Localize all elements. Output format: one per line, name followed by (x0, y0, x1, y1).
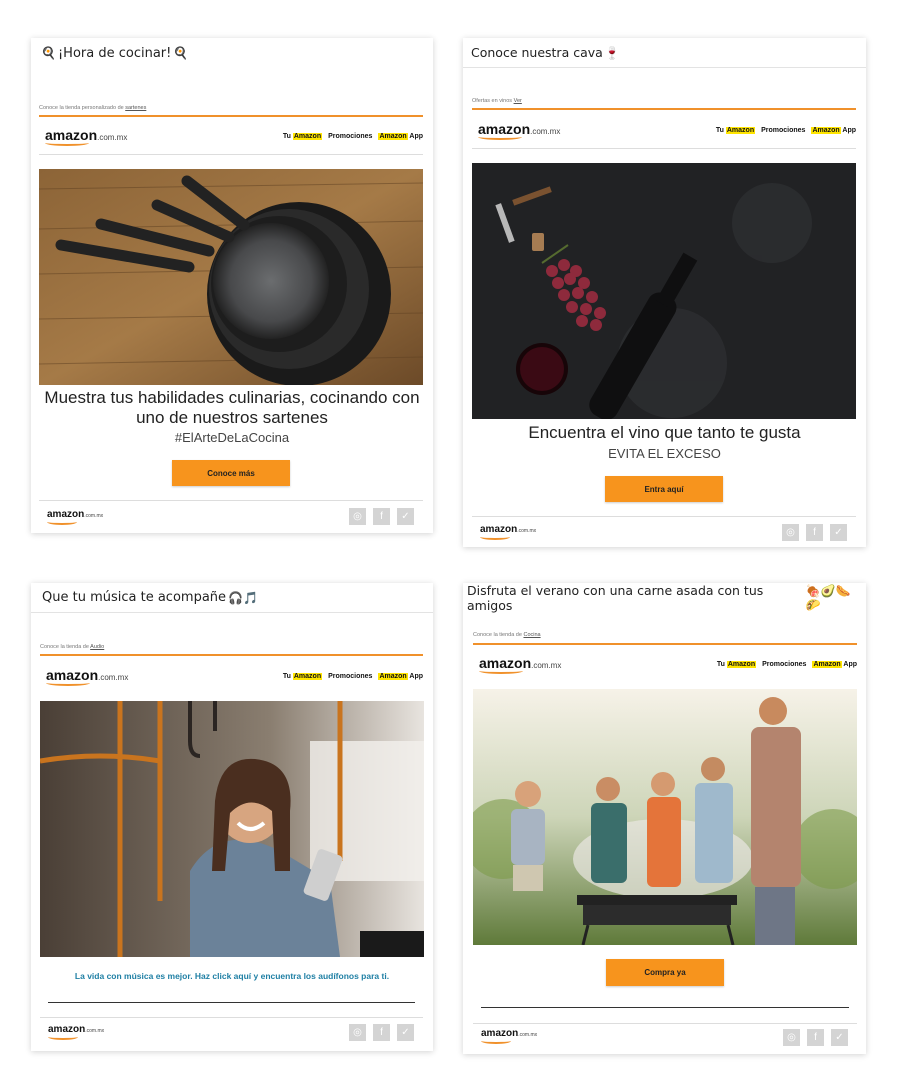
frying-pan-emoji-icon: 🍳 (41, 46, 56, 60)
headline: Muestra tus habilidades culinarias, coci… (44, 388, 420, 427)
woman-music-photo[interactable] (40, 701, 424, 957)
frying-pan-emoji-icon: 🍳 (173, 46, 189, 60)
compra-ya-button[interactable]: Compra ya (606, 959, 724, 986)
preheader-link[interactable]: Cocina (523, 632, 540, 638)
top-nav: Tu Amazon Promociones Amazon App (717, 661, 857, 668)
top-nav: Tu Amazon Promociones Amazon App (716, 127, 856, 134)
nav-promociones[interactable]: Promociones (328, 673, 372, 680)
divider (40, 1017, 423, 1018)
accent-divider (40, 654, 423, 656)
instagram-icon[interactable]: ◎ (349, 508, 366, 525)
divider (39, 154, 423, 155)
nav-tu-amazon[interactable]: Tu Amazon (283, 673, 323, 680)
bbq-food-emoji-icon: 🍖🥑🌭🌮 (805, 584, 851, 612)
subject-text: Que tu música te acompañe (42, 590, 227, 605)
preheader-link[interactable]: sartenes (125, 105, 146, 111)
hashtag: #ElArteDeLaCocina (174, 430, 290, 445)
instagram-icon[interactable]: ◎ (783, 1029, 800, 1046)
facebook-icon[interactable]: f (373, 1024, 390, 1041)
audio-link-text[interactable]: La vida con música es mejor. Haz click a… (43, 971, 421, 981)
email-card-bbq: Disfruta el verano con una carne asada c… (463, 583, 866, 1054)
subject-text: Conoce nuestra cava (471, 45, 603, 60)
accent-divider (39, 115, 423, 117)
email-subject: Disfruta el verano con una carne asada c… (463, 583, 866, 613)
headphones-music-emoji-icon: 🎧🎵 (228, 590, 258, 605)
email-subject: Conoce nuestra cava 🍷 (463, 38, 866, 68)
divider (39, 500, 423, 501)
subject-text: Disfruta el verano con una carne asada c… (467, 583, 764, 613)
top-nav: Tu Amazon Promociones Amazon App (283, 673, 423, 680)
divider (472, 148, 856, 149)
email-card-wine: Conoce nuestra cava 🍷 Ofertas en vinos V… (463, 38, 866, 547)
preheader-link[interactable]: Audio (90, 644, 104, 650)
preheader: Conoce la tienda personalizado de sarten… (39, 105, 147, 111)
amazon-logo[interactable]: amazon.com.mx (45, 128, 127, 146)
email-subject: 🍳 ¡Hora de cocinar! 🍳 (31, 38, 433, 68)
divider (48, 1002, 415, 1003)
instagram-icon[interactable]: ◎ (782, 524, 799, 541)
wine-photo[interactable] (472, 163, 856, 419)
accent-divider (473, 643, 857, 645)
friends-bbq-photo[interactable] (473, 689, 857, 945)
entra-aqui-button[interactable]: Entra aquí (605, 476, 723, 502)
subject-text: ¡Hora de cocinar! (57, 45, 172, 61)
footer-amazon-logo[interactable]: amazon.com.mx (480, 525, 536, 540)
nav-tu-amazon[interactable]: Tu Amazon (283, 133, 323, 140)
nav-promociones[interactable]: Promociones (328, 133, 372, 140)
conoce-mas-button[interactable]: Conoce más (172, 460, 290, 486)
preheader: Conoce la tienda de Cocina (473, 632, 541, 638)
accent-divider (472, 108, 856, 110)
divider (472, 516, 856, 517)
preheader: Conoce la tienda de Audio (40, 644, 105, 650)
divider (481, 1007, 849, 1008)
amazon-logo[interactable]: amazon.com.mx (478, 122, 560, 140)
nav-amazon-app[interactable]: Amazon App (811, 127, 856, 134)
nav-promociones[interactable]: Promociones (762, 661, 806, 668)
preheader-link[interactable]: Ver (514, 98, 522, 104)
subheadline: EVITA EL EXCESO (608, 446, 721, 461)
facebook-icon[interactable]: f (373, 508, 390, 525)
twitter-icon[interactable]: ✓ (831, 1029, 848, 1046)
instagram-icon[interactable]: ◎ (349, 1024, 366, 1041)
nav-promociones[interactable]: Promociones (761, 127, 805, 134)
nav-amazon-app[interactable]: Amazon App (378, 673, 423, 680)
top-nav: Tu Amazon Promociones Amazon App (283, 133, 423, 140)
frying-pans-photo[interactable] (39, 169, 423, 385)
facebook-icon[interactable]: f (807, 1029, 824, 1046)
email-card-cooking: 🍳 ¡Hora de cocinar! 🍳 Conoce la tienda p… (31, 38, 433, 533)
email-subject: Que tu música te acompañe 🎧🎵 (31, 583, 433, 613)
preheader: Ofertas en vinos Ver (472, 98, 522, 104)
amazon-logo[interactable]: amazon.com.mx (46, 668, 128, 686)
nav-amazon-app[interactable]: Amazon App (812, 661, 857, 668)
facebook-icon[interactable]: f (806, 524, 823, 541)
footer-amazon-logo[interactable]: amazon.com.mx (48, 1025, 104, 1040)
amazon-logo[interactable]: amazon.com.mx (479, 656, 561, 674)
email-card-music: Que tu música te acompañe 🎧🎵 Conoce la t… (31, 583, 433, 1051)
nav-tu-amazon[interactable]: Tu Amazon (717, 661, 757, 668)
footer-amazon-logo[interactable]: amazon.com.mx (481, 1029, 537, 1044)
headline: Encuentra el vino que tanto te gusta (528, 423, 801, 442)
twitter-icon[interactable]: ✓ (397, 1024, 414, 1041)
footer-amazon-logo[interactable]: amazon.com.mx (47, 510, 103, 525)
twitter-icon[interactable]: ✓ (397, 508, 414, 525)
wine-glass-emoji-icon: 🍷 (604, 45, 620, 60)
nav-tu-amazon[interactable]: Tu Amazon (716, 127, 756, 134)
twitter-icon[interactable]: ✓ (830, 524, 847, 541)
nav-amazon-app[interactable]: Amazon App (378, 133, 423, 140)
divider (473, 1023, 857, 1024)
